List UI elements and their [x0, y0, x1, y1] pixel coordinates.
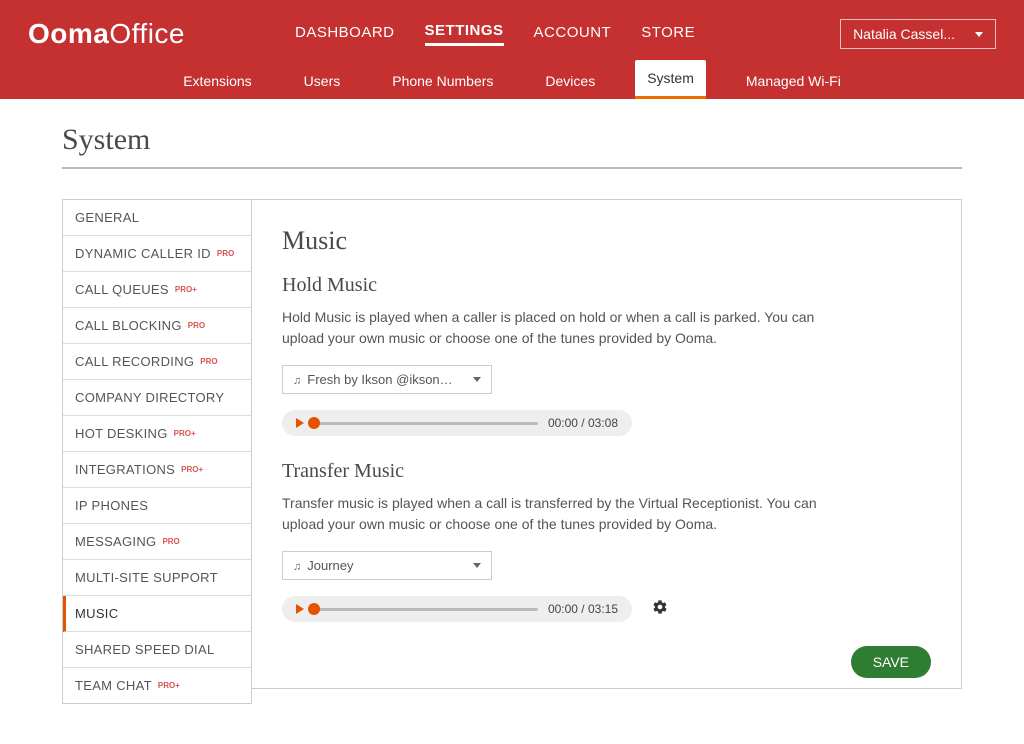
sidebar-item-label: CALL QUEUES	[75, 282, 169, 297]
subnav-system[interactable]: System	[635, 60, 706, 99]
save-button[interactable]: SAVE	[851, 646, 931, 678]
sidebar-item-label: DYNAMIC CALLER ID	[75, 246, 211, 261]
sidebar-item-general[interactable]: GENERAL	[63, 200, 251, 236]
content-wrap: GENERAL DYNAMIC CALLER ID PRO CALL QUEUE…	[62, 199, 962, 704]
brand-second: Office	[109, 18, 185, 49]
sidebar-item-label: TEAM CHAT	[75, 678, 152, 693]
transfer-music-time: 00:00 / 03:15	[548, 602, 618, 616]
transfer-music-select[interactable]: Journey	[282, 551, 492, 580]
subnav-users[interactable]: Users	[292, 63, 353, 99]
nav-sub: Extensions Users Phone Numbers Devices S…	[0, 60, 1024, 99]
sidebar-item-label: MULTI-SITE SUPPORT	[75, 570, 218, 585]
page-title: System	[62, 99, 962, 169]
nav-main: DASHBOARD SETTINGS ACCOUNT STORE	[295, 22, 695, 46]
sidebar-item-label: GENERAL	[75, 210, 139, 225]
pro-badge: PRO+	[175, 285, 197, 294]
caret-down-icon	[473, 377, 481, 382]
slider-thumb[interactable]	[308, 603, 320, 615]
sidebar-item-label: CALL RECORDING	[75, 354, 194, 369]
pro-badge: PRO	[162, 537, 179, 546]
sidebar-item-music[interactable]: MUSIC	[63, 596, 251, 632]
slider-thumb[interactable]	[308, 417, 320, 429]
hold-music-selected: Fresh by Ikson @iksonmu...	[307, 372, 457, 387]
music-note-icon	[293, 372, 301, 387]
pro-badge: PRO+	[174, 429, 196, 438]
transfer-music-selected: Journey	[307, 558, 353, 573]
subnav-managed-wifi[interactable]: Managed Wi-Fi	[734, 63, 853, 99]
sidebar-item-label: COMPANY DIRECTORY	[75, 390, 224, 405]
sidebar-item-label: INTEGRATIONS	[75, 462, 175, 477]
caret-down-icon	[975, 32, 983, 37]
main-panel: Music Hold Music Hold Music is played wh…	[252, 199, 962, 689]
sidebar-item-integrations[interactable]: INTEGRATIONS PRO+	[63, 452, 251, 488]
header: OomaOffice DASHBOARD SETTINGS ACCOUNT ST…	[0, 0, 1024, 99]
sidebar-item-company-directory[interactable]: COMPANY DIRECTORY	[63, 380, 251, 416]
hold-music-desc: Hold Music is played when a caller is pl…	[282, 307, 822, 349]
nav-settings[interactable]: SETTINGS	[425, 22, 504, 46]
hold-music-select[interactable]: Fresh by Ikson @iksonmu...	[282, 365, 492, 394]
transfer-music-title: Transfer Music	[282, 460, 931, 483]
sidebar-item-label: MUSIC	[75, 606, 118, 621]
pro-badge: PRO	[200, 357, 217, 366]
user-dropdown[interactable]: Natalia Cassel...	[840, 19, 996, 49]
nav-store[interactable]: STORE	[641, 24, 695, 45]
brand-first: Ooma	[28, 18, 109, 49]
hold-music-time: 00:00 / 03:08	[548, 416, 618, 430]
pro-badge: PRO+	[181, 465, 203, 474]
nav-account[interactable]: ACCOUNT	[534, 24, 612, 45]
header-top: OomaOffice DASHBOARD SETTINGS ACCOUNT ST…	[0, 0, 1024, 60]
pro-badge: PRO	[217, 249, 234, 258]
music-note-icon	[293, 558, 301, 573]
sidebar-item-dynamic-caller-id[interactable]: DYNAMIC CALLER ID PRO	[63, 236, 251, 272]
sidebar-item-call-blocking[interactable]: CALL BLOCKING PRO	[63, 308, 251, 344]
sidebar-item-label: MESSAGING	[75, 534, 156, 549]
sidebar-item-hot-desking[interactable]: HOT DESKING PRO+	[63, 416, 251, 452]
sidebar-item-shared-speed-dial[interactable]: SHARED SPEED DIAL	[63, 632, 251, 668]
pro-badge: PRO	[188, 321, 205, 330]
user-name: Natalia Cassel...	[853, 26, 955, 42]
play-icon[interactable]	[296, 418, 304, 428]
pro-badge: PRO+	[158, 681, 180, 690]
subnav-phone-numbers[interactable]: Phone Numbers	[380, 63, 505, 99]
container: System GENERAL DYNAMIC CALLER ID PRO CAL…	[52, 99, 972, 744]
transfer-music-player: 00:00 / 03:15	[282, 596, 632, 622]
sidebar-item-label: HOT DESKING	[75, 426, 168, 441]
sidebar-item-label: SHARED SPEED DIAL	[75, 642, 214, 657]
sidebar-item-multi-site[interactable]: MULTI-SITE SUPPORT	[63, 560, 251, 596]
hold-music-player: 00:00 / 03:08	[282, 410, 632, 436]
sidebar-item-ip-phones[interactable]: IP PHONES	[63, 488, 251, 524]
play-icon[interactable]	[296, 604, 304, 614]
sidebar-item-call-queues[interactable]: CALL QUEUES PRO+	[63, 272, 251, 308]
sidebar-item-team-chat[interactable]: TEAM CHAT PRO+	[63, 668, 251, 703]
subnav-devices[interactable]: Devices	[533, 63, 607, 99]
subnav-extensions[interactable]: Extensions	[171, 63, 263, 99]
sidebar-item-label: CALL BLOCKING	[75, 318, 182, 333]
caret-down-icon	[473, 563, 481, 568]
brand-logo: OomaOffice	[28, 18, 185, 50]
sidebar-item-call-recording[interactable]: CALL RECORDING PRO	[63, 344, 251, 380]
hold-music-slider[interactable]	[314, 422, 538, 425]
sidebar-item-label: IP PHONES	[75, 498, 148, 513]
transfer-music-slider[interactable]	[314, 608, 538, 611]
gear-icon[interactable]	[652, 599, 668, 620]
nav-dashboard[interactable]: DASHBOARD	[295, 24, 395, 45]
transfer-music-row: 00:00 / 03:15	[282, 596, 931, 622]
section-title-music: Music	[282, 226, 931, 256]
settings-sidebar: GENERAL DYNAMIC CALLER ID PRO CALL QUEUE…	[62, 199, 252, 704]
transfer-music-desc: Transfer music is played when a call is …	[282, 493, 822, 535]
sidebar-item-messaging[interactable]: MESSAGING PRO	[63, 524, 251, 560]
hold-music-title: Hold Music	[282, 274, 931, 297]
